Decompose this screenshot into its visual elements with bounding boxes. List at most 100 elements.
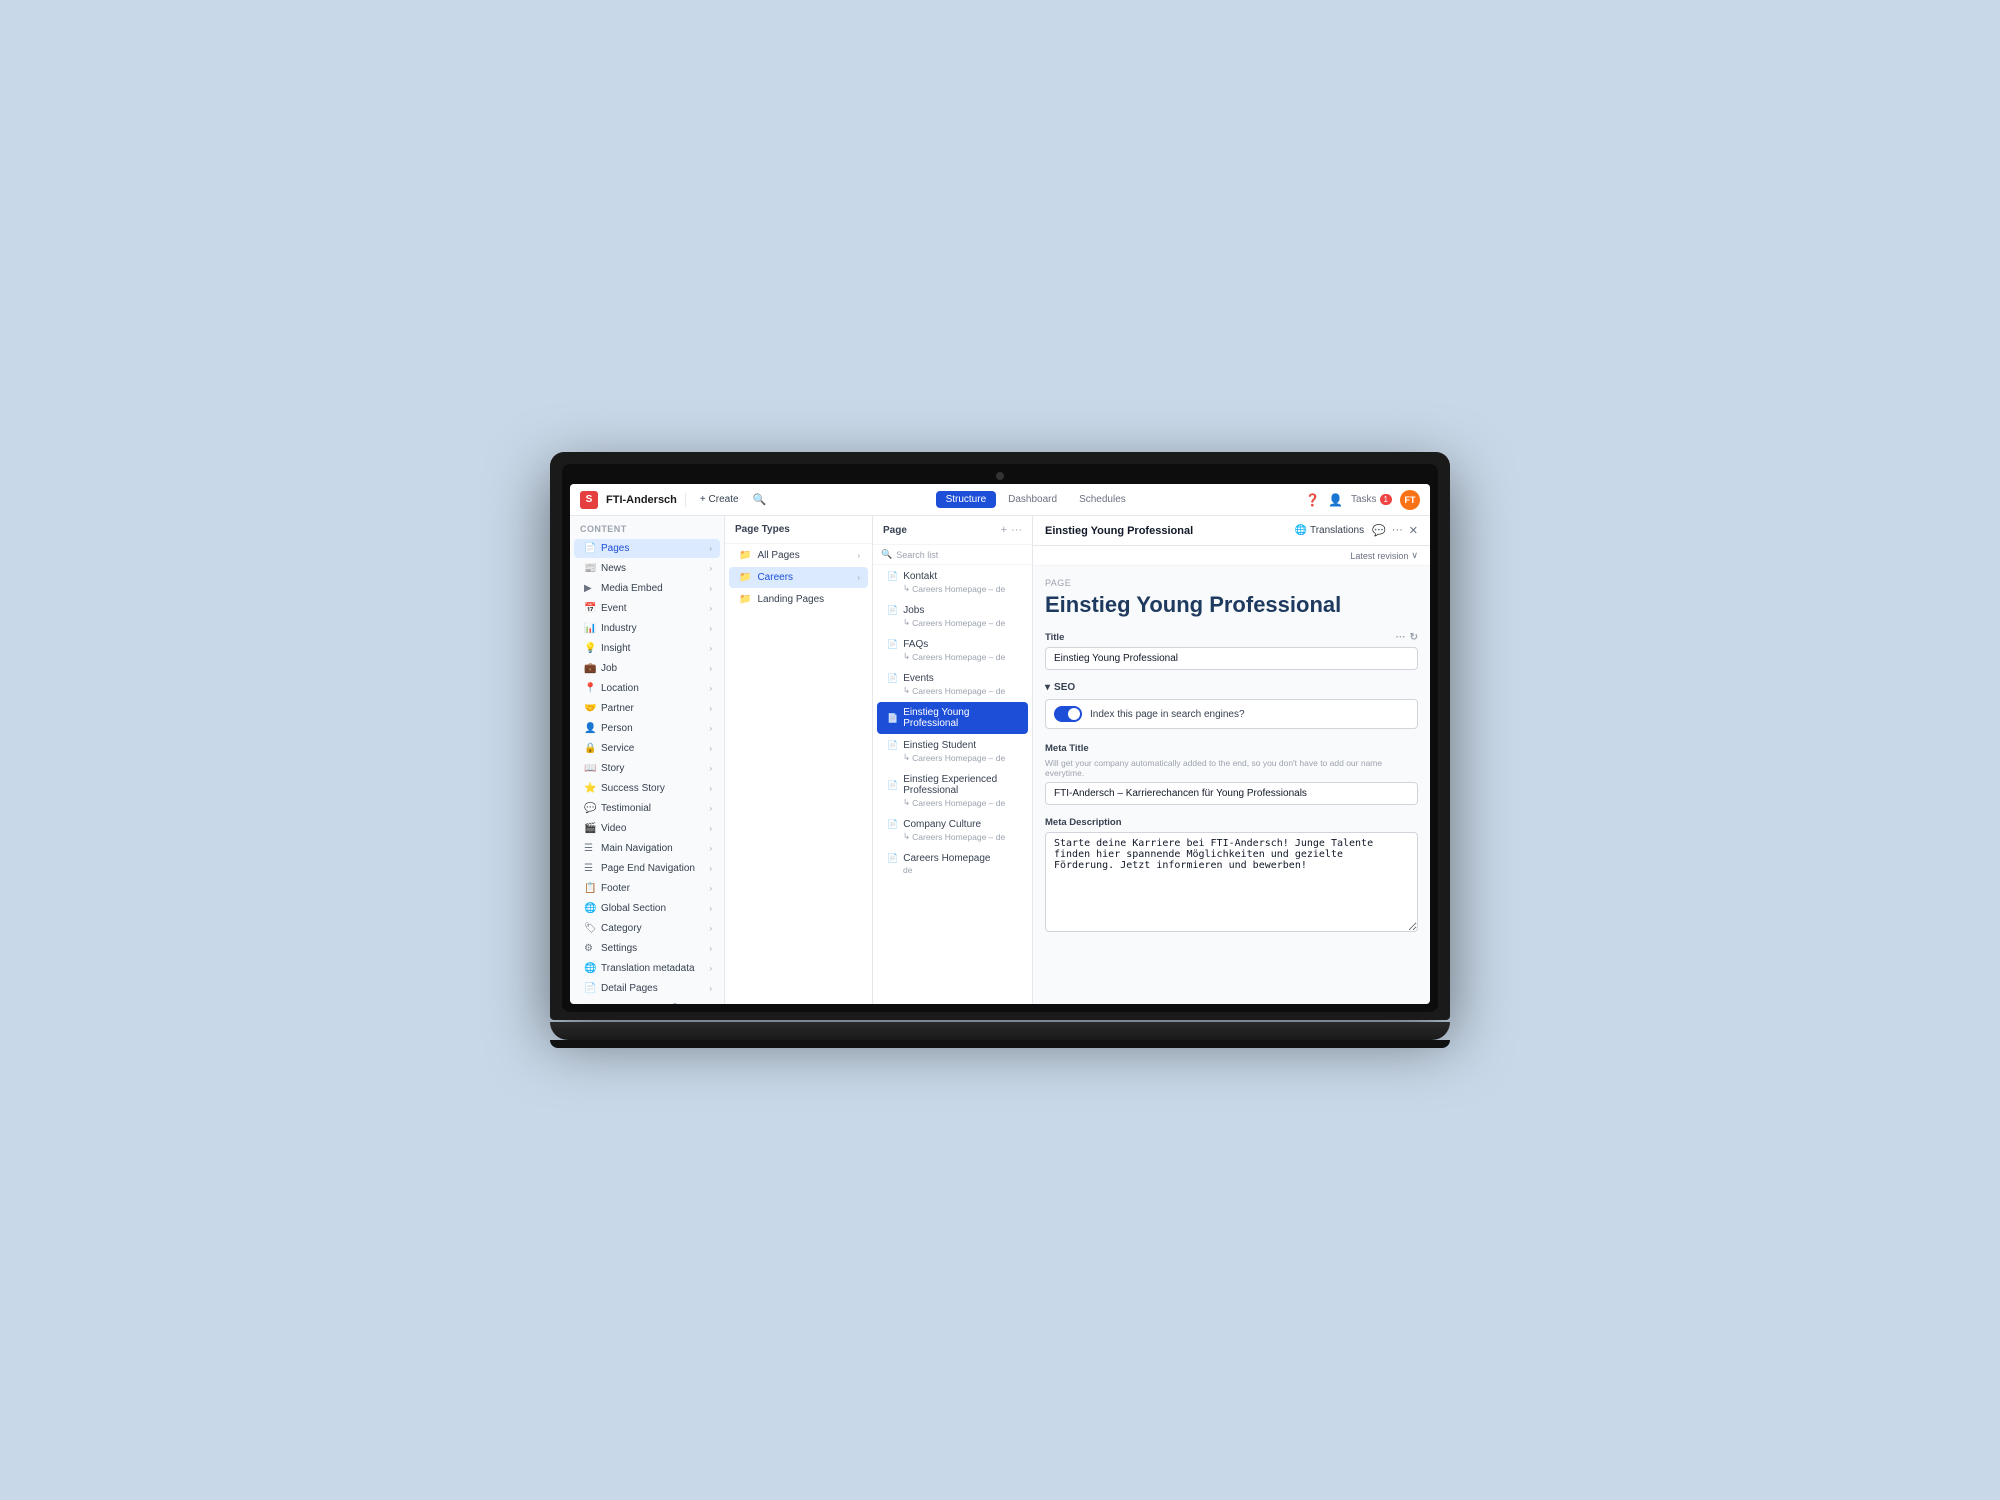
app-logo: S [580, 491, 598, 509]
page-item-cc-top: 📄 Company Culture [887, 819, 1020, 830]
kontakt-page-icon: 📄 [887, 571, 898, 582]
sidebar-item-service[interactable]: 🔒 Service › [574, 739, 720, 758]
sidebar-label-insight: Insight [601, 643, 704, 654]
es-page-name: Einstieg Student [903, 740, 976, 751]
sidebar-item-partner[interactable]: 🤝 Partner › [574, 699, 720, 718]
create-button[interactable]: + Create [694, 492, 745, 507]
ch-page-sub: de [887, 865, 1020, 875]
sidebar-item-translation-metadata[interactable]: 🌐 Translation metadata › [574, 959, 720, 978]
page-item-faqs[interactable]: 📄 FAQs ↳ Careers Homepage – de [877, 634, 1028, 667]
detail-revision-bar: Latest revision ∨ [1033, 546, 1430, 566]
search-pages-placeholder[interactable]: Search list [896, 550, 938, 560]
page-item-einstieg-young-professional[interactable]: 📄 Einstieg Young Professional [877, 702, 1028, 734]
sidebar-item-person[interactable]: 👤 Person › [574, 719, 720, 738]
sidebar-label-job: Job [601, 663, 704, 674]
page-type-careers[interactable]: 📁 Careers › [729, 567, 868, 588]
sidebar-item-department-config[interactable]: 📁 Department config › [574, 999, 720, 1004]
sidebar-item-footer[interactable]: 📋 Footer › [574, 879, 720, 898]
title-field-label: Title ··· ↻ [1045, 632, 1418, 643]
sidebar-item-event[interactable]: 📅 Event › [574, 599, 720, 618]
eyp-page-name: Einstieg Young Professional [903, 707, 1020, 729]
add-page-icon[interactable]: + [1001, 524, 1007, 536]
detail-action-icons: 💬 ··· ✕ [1372, 524, 1418, 537]
faqs-page-name: FAQs [903, 639, 928, 650]
careers-label: Careers [757, 572, 851, 583]
faqs-breadcrumb-icon: ↳ [903, 651, 910, 662]
translations-button[interactable]: 🌐 Translations [1295, 525, 1365, 536]
sidebar-label-translation-metadata: Translation metadata [601, 963, 704, 974]
eep-breadcrumb-icon: ↳ [903, 797, 910, 808]
detail-header: Einstieg Young Professional 🌐 Translatio… [1033, 516, 1430, 546]
tab-dashboard[interactable]: Dashboard [998, 491, 1067, 508]
user-avatar[interactable]: FT [1400, 490, 1420, 510]
tab-structure[interactable]: Structure [936, 491, 997, 508]
laptop-screen: S FTI-Andersch + Create 🔍 Structure Dash… [570, 484, 1430, 1004]
sidebar-item-page-end-navigation[interactable]: ☰ Page End Navigation › [574, 859, 720, 878]
close-panel-icon[interactable]: ✕ [1409, 524, 1418, 537]
title-refresh-icon[interactable]: ↻ [1410, 632, 1418, 643]
insight-arrow: › [709, 644, 712, 653]
search-pages-icon: 🔍 [881, 549, 892, 560]
sidebar-item-industry[interactable]: 📊 Industry › [574, 619, 720, 638]
sidebar-item-story[interactable]: 📖 Story › [574, 759, 720, 778]
sidebar-item-location[interactable]: 📍 Location › [574, 679, 720, 698]
page-item-careers-homepage[interactable]: 📄 Careers Homepage de [877, 848, 1028, 880]
page-item-events-top: 📄 Events [887, 673, 1020, 684]
title-input[interactable] [1045, 647, 1418, 670]
all-pages-folder-icon: 📁 [739, 550, 751, 561]
meta-title-field-label: Meta Title [1045, 743, 1418, 754]
industry-arrow: › [709, 624, 712, 633]
help-icon[interactable]: ❓ [1305, 493, 1320, 507]
pages-more-icon[interactable]: ··· [1011, 524, 1022, 536]
tasks-button[interactable]: Tasks 1 [1351, 494, 1392, 505]
sidebar-item-global-section[interactable]: 🌐 Global Section › [574, 899, 720, 918]
page-item-einstieg-student[interactable]: 📄 Einstieg Student ↳ Careers Homepage – … [877, 735, 1028, 768]
event-icon: 📅 [584, 603, 596, 614]
media-embed-arrow: › [709, 584, 712, 593]
sidebar-item-main-navigation[interactable]: ☰ Main Navigation › [574, 839, 720, 858]
translation-metadata-arrow: › [709, 964, 712, 973]
translation-metadata-icon: 🌐 [584, 963, 596, 974]
sidebar-label-service: Service [601, 743, 704, 754]
seo-toggle-label[interactable]: ▾ SEO [1045, 682, 1418, 693]
sidebar-label-video: Video [601, 823, 704, 834]
page-item-jobs[interactable]: 📄 Jobs ↳ Careers Homepage – de [877, 600, 1028, 633]
sidebar-item-news[interactable]: 📰 News › [574, 559, 720, 578]
seo-index-toggle-row: Index this page in search engines? [1045, 699, 1418, 729]
seo-index-toggle[interactable] [1054, 706, 1082, 722]
sidebar-item-settings[interactable]: ⚙ Settings › [574, 939, 720, 958]
sidebar-item-testimonial[interactable]: 💬 Testimonial › [574, 799, 720, 818]
more-options-icon[interactable]: ··· [1392, 524, 1403, 537]
success-story-arrow: › [709, 784, 712, 793]
sidebar-item-job[interactable]: 💼 Job › [574, 659, 720, 678]
meta-title-field-group: Meta Title Will get your company automat… [1045, 743, 1418, 805]
page-item-es-top: 📄 Einstieg Student [887, 740, 1020, 751]
page-type-all-pages[interactable]: 📁 All Pages › [729, 545, 868, 566]
sidebar-item-insight[interactable]: 💡 Insight › [574, 639, 720, 658]
sidebar-item-success-story[interactable]: ⭐ Success Story › [574, 779, 720, 798]
sidebar-label-testimonial: Testimonial [601, 803, 704, 814]
meta-description-field-group: Meta Description Starte deine Karriere b… [1045, 817, 1418, 935]
sidebar-item-pages[interactable]: 📄 Pages › [574, 539, 720, 558]
sidebar-item-category[interactable]: 🏷 Category › [574, 919, 720, 938]
user-icon[interactable]: 👤 [1328, 493, 1343, 507]
kontakt-page-name: Kontakt [903, 571, 937, 582]
meta-description-textarea[interactable]: Starte deine Karriere bei FTI-Andersch! … [1045, 832, 1418, 932]
department-config-icon: 📁 [584, 1003, 596, 1004]
sidebar-item-media-embed[interactable]: ▶ Media Embed › [574, 579, 720, 598]
person-arrow: › [709, 724, 712, 733]
title-field-group: Title ··· ↻ [1045, 632, 1418, 670]
page-item-company-culture[interactable]: 📄 Company Culture ↳ Careers Homepage – d… [877, 814, 1028, 847]
page-item-einstieg-experienced[interactable]: 📄 Einstieg Experienced Professional ↳ Ca… [877, 769, 1028, 813]
sidebar-item-video[interactable]: 🎬 Video › [574, 819, 720, 838]
page-item-kontakt[interactable]: 📄 Kontakt ↳ Careers Homepage – de [877, 566, 1028, 599]
sidebar-item-detail-pages[interactable]: 📄 Detail Pages › [574, 979, 720, 998]
title-more-icon[interactable]: ··· [1396, 632, 1406, 643]
search-icon[interactable]: 🔍 [753, 493, 767, 506]
meta-title-input[interactable] [1045, 782, 1418, 805]
sidebar-label-story: Story [601, 763, 704, 774]
page-item-events[interactable]: 📄 Events ↳ Careers Homepage – de [877, 668, 1028, 701]
tab-schedules[interactable]: Schedules [1069, 491, 1136, 508]
comment-icon[interactable]: 💬 [1372, 524, 1386, 537]
page-type-landing-pages[interactable]: 📁 Landing Pages [729, 589, 868, 610]
